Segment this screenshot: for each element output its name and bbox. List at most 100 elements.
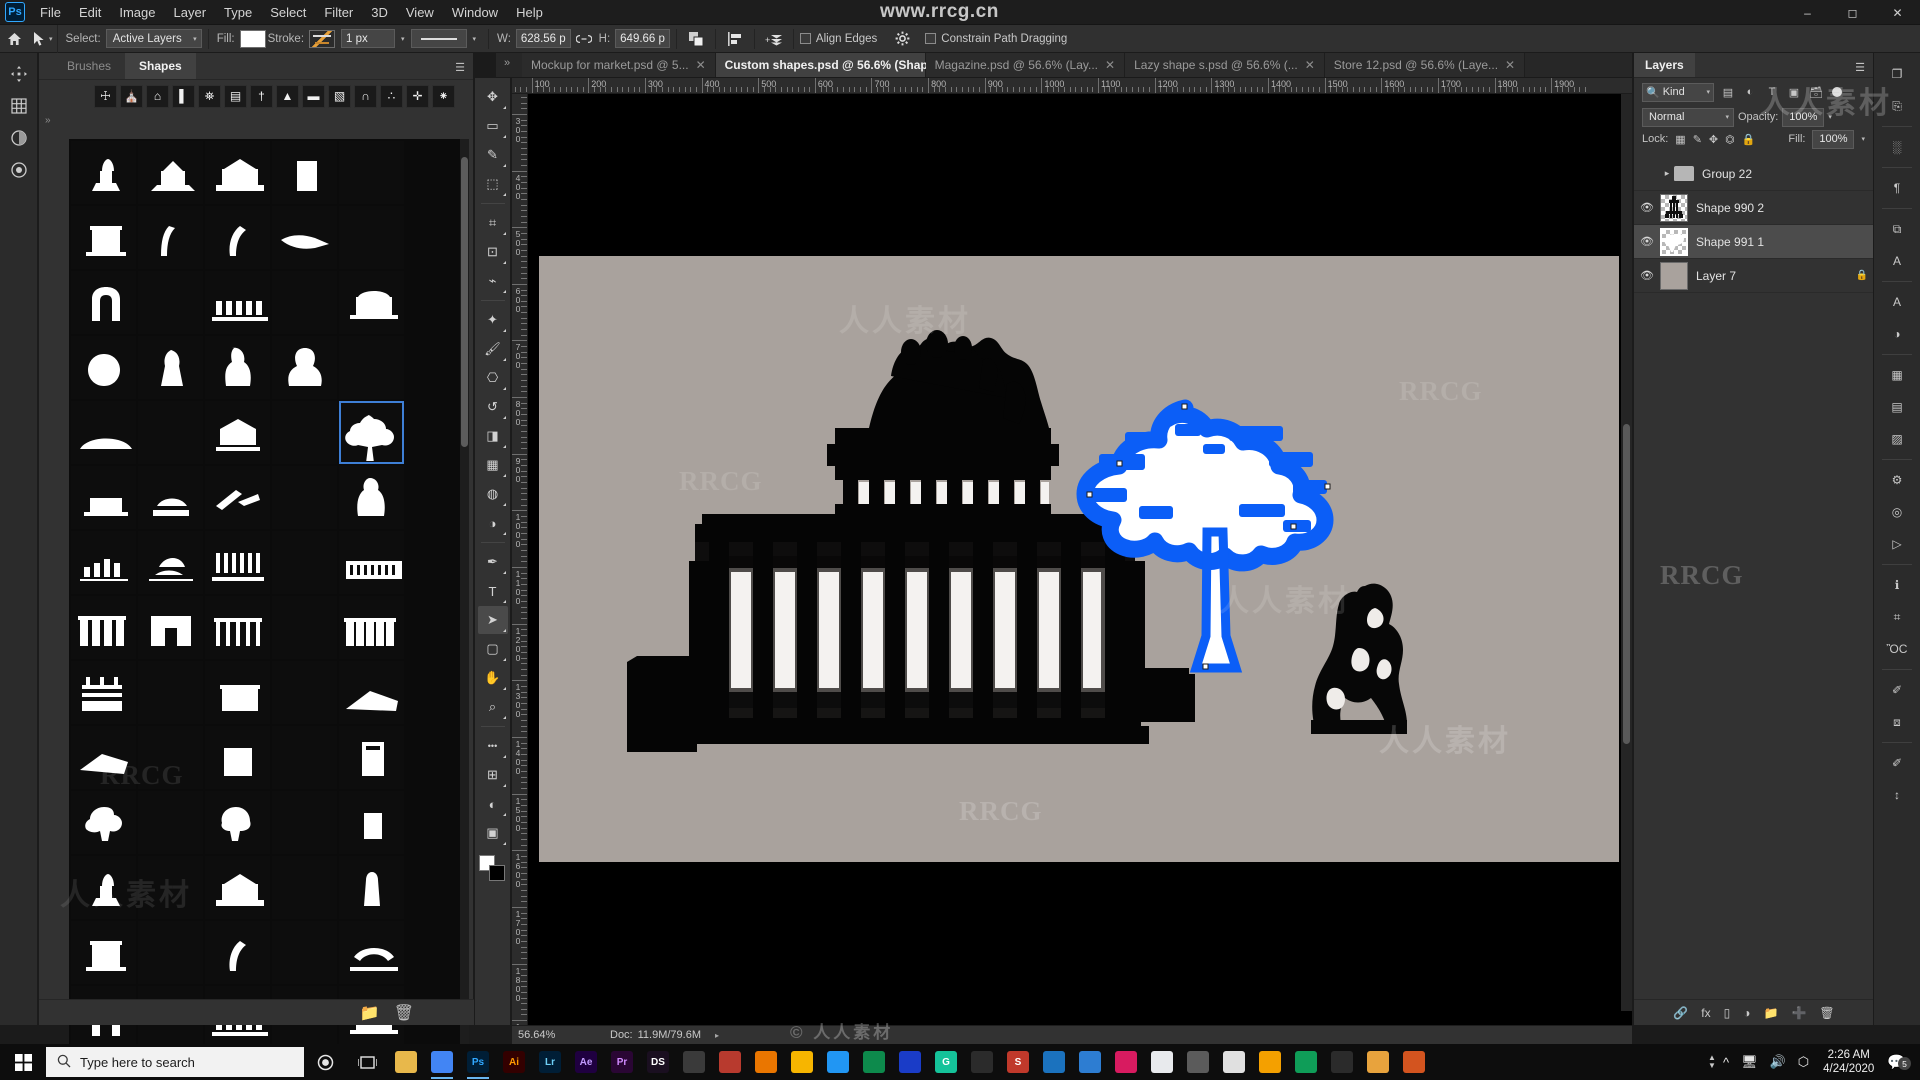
taskbar-app-chrome[interactable] <box>424 1044 460 1080</box>
shape-swatch[interactable] <box>272 726 337 789</box>
active-tool-preset[interactable]: ▾ <box>28 24 58 53</box>
taskbar-app-marvelous[interactable] <box>1108 1044 1144 1080</box>
menu-filter[interactable]: Filter <box>315 1 362 24</box>
shape-preset-chip[interactable]: ⌂ <box>146 84 169 108</box>
shape-swatch[interactable] <box>71 921 136 984</box>
new-group-icon[interactable]: 📁 <box>1764 1006 1779 1020</box>
paragraph-icon[interactable]: ¶ <box>1879 173 1915 203</box>
close-icon[interactable]: ✕ <box>1105 58 1115 72</box>
shape-swatch[interactable] <box>339 206 404 269</box>
shape-swatch[interactable] <box>138 531 203 594</box>
stroke-weight-caret[interactable]: ▾ <box>401 35 405 43</box>
gear-icon[interactable] <box>889 26 915 52</box>
shape-swatch[interactable] <box>71 466 136 529</box>
quick-mask-tool-icon[interactable]: ◐ <box>478 790 508 818</box>
shape-swatch[interactable] <box>138 336 203 399</box>
measurement-icon[interactable]: ↕ <box>1879 780 1915 810</box>
taskbar-app-autocad[interactable] <box>712 1044 748 1080</box>
frame-tool-icon[interactable]: ⊡ <box>478 238 508 266</box>
close-icon[interactable]: ✕ <box>1305 58 1315 72</box>
move-grid-icon[interactable] <box>5 61 33 87</box>
shape-swatch[interactable] <box>339 596 404 659</box>
more-tools-icon[interactable]: ••• <box>478 732 508 760</box>
shape-preset-chip[interactable]: ⛯ <box>198 84 221 108</box>
brush-tool-icon[interactable]: 🖌 <box>478 335 508 363</box>
eraser-tool-icon[interactable]: ◨ <box>478 422 508 450</box>
shape-swatch[interactable] <box>138 856 203 919</box>
vertical-ruler[interactable]: 3004005006007008009001000110012001300140… <box>512 94 528 1025</box>
shape-swatch[interactable] <box>138 791 203 854</box>
shape-swatch[interactable] <box>71 531 136 594</box>
constrain-path-dragging-checkbox[interactable]: Constrain Path Dragging <box>925 33 1067 45</box>
taskbar-app-houdini[interactable] <box>1252 1044 1288 1080</box>
canvas-vertical-scrollbar[interactable] <box>1621 94 1632 1011</box>
opacity-value[interactable]: 100% <box>1782 107 1825 127</box>
panel-menu-icon[interactable]: ☰ <box>455 61 465 74</box>
lock-all-icon[interactable]: 🔒 <box>1742 133 1756 146</box>
pen-tool-icon[interactable]: ✒ <box>478 548 508 576</box>
shape-swatch[interactable] <box>71 206 136 269</box>
zoom-tool-icon[interactable]: ⌕ <box>478 693 508 721</box>
chevron-up-icon[interactable]: ^ <box>1718 1055 1734 1070</box>
shape-swatch[interactable] <box>138 726 203 789</box>
layer-kind-dropdown[interactable]: 🔍 Kind ▾ <box>1642 82 1714 102</box>
menu-view[interactable]: View <box>397 1 443 24</box>
taskbar-app-figma[interactable] <box>1072 1044 1108 1080</box>
chevron-right-icon[interactable]: ▸ <box>1660 168 1674 179</box>
eyedropper-tool-icon[interactable]: ⌁ <box>478 267 508 295</box>
shape-swatch[interactable] <box>272 141 337 204</box>
grid-icon[interactable] <box>5 93 33 119</box>
taskbar-app-search-highlight[interactable] <box>1396 1044 1432 1080</box>
layer-thumbnail[interactable] <box>1660 227 1688 256</box>
scrollbar-thumb[interactable] <box>461 157 468 447</box>
move-tool-icon[interactable]: ✥ <box>478 83 508 111</box>
fill-swatch[interactable] <box>239 29 266 48</box>
background-color-swatch[interactable] <box>488 865 505 881</box>
color-swatches[interactable] <box>478 854 508 884</box>
taskbar-app-file-explorer[interactable] <box>388 1044 424 1080</box>
shape-swatch[interactable] <box>71 791 136 854</box>
cortana-circle-icon[interactable] <box>304 1044 346 1080</box>
screen-mode-tool-icon[interactable]: ▣ <box>478 819 508 847</box>
histogram-icon[interactable]: ░ <box>1879 132 1915 162</box>
shape-swatch[interactable] <box>205 531 270 594</box>
zoom-level[interactable]: 56.64% <box>512 1029 590 1041</box>
height-input[interactable]: 649.66 p <box>615 29 670 48</box>
delete-icon[interactable]: 🗑 <box>394 1003 414 1023</box>
shape-swatch[interactable] <box>71 661 136 724</box>
taskbar-app-zbrush[interactable] <box>1144 1044 1180 1080</box>
opacity-caret[interactable]: ▾ <box>1828 113 1832 121</box>
new-folder-icon[interactable]: 📁 <box>360 1003 380 1023</box>
stroke-style-dropdown[interactable] <box>410 29 467 48</box>
shape-swatch[interactable] <box>71 596 136 659</box>
layer-comps-icon[interactable]: ⧉ <box>1879 214 1915 244</box>
crop-tool-icon[interactable]: ⌗ <box>478 209 508 237</box>
gradients-icon[interactable]: ▤ <box>1879 392 1915 422</box>
stroke-weight-input[interactable]: 1 px <box>341 29 396 48</box>
comments-icon[interactable]: ὊC <box>1879 634 1915 664</box>
close-icon[interactable]: ✕ <box>1505 58 1515 72</box>
volume-icon[interactable]: 🔊 <box>1765 1054 1791 1070</box>
shape-swatch[interactable] <box>71 336 136 399</box>
document-tab-3[interactable]: Lazy shape s.psd @ 56.6% (... ✕ <box>1125 53 1325 77</box>
taskbar-app-vray[interactable] <box>1180 1044 1216 1080</box>
shape-swatch[interactable] <box>205 791 270 854</box>
shape-swatch[interactable] <box>339 336 404 399</box>
select-layers-dropdown[interactable]: Active Layers ▾ <box>105 29 202 48</box>
shape-swatch[interactable] <box>205 921 270 984</box>
shape-swatch[interactable] <box>272 921 337 984</box>
path-selection-tool-icon[interactable]: ➤ <box>477 606 508 634</box>
shape-swatch[interactable] <box>205 726 270 789</box>
stroke-swatch[interactable] <box>309 29 336 48</box>
taskbar-app-rhino[interactable] <box>1324 1044 1360 1080</box>
clone-source-icon[interactable]: ⧈ <box>1879 707 1915 737</box>
shape-swatch[interactable] <box>272 596 337 659</box>
menu-select[interactable]: Select <box>261 1 315 24</box>
pixel-filter-icon[interactable]: ▤ <box>1720 86 1736 99</box>
shape-swatch[interactable] <box>71 141 136 204</box>
shape-swatch[interactable] <box>205 271 270 334</box>
shape-swatch[interactable] <box>138 401 203 464</box>
taskbar-app-photoshop[interactable]: Ps <box>460 1044 496 1080</box>
shape-preset-chip[interactable]: ∴ <box>380 84 403 108</box>
windows-start-icon[interactable] <box>0 1044 46 1080</box>
